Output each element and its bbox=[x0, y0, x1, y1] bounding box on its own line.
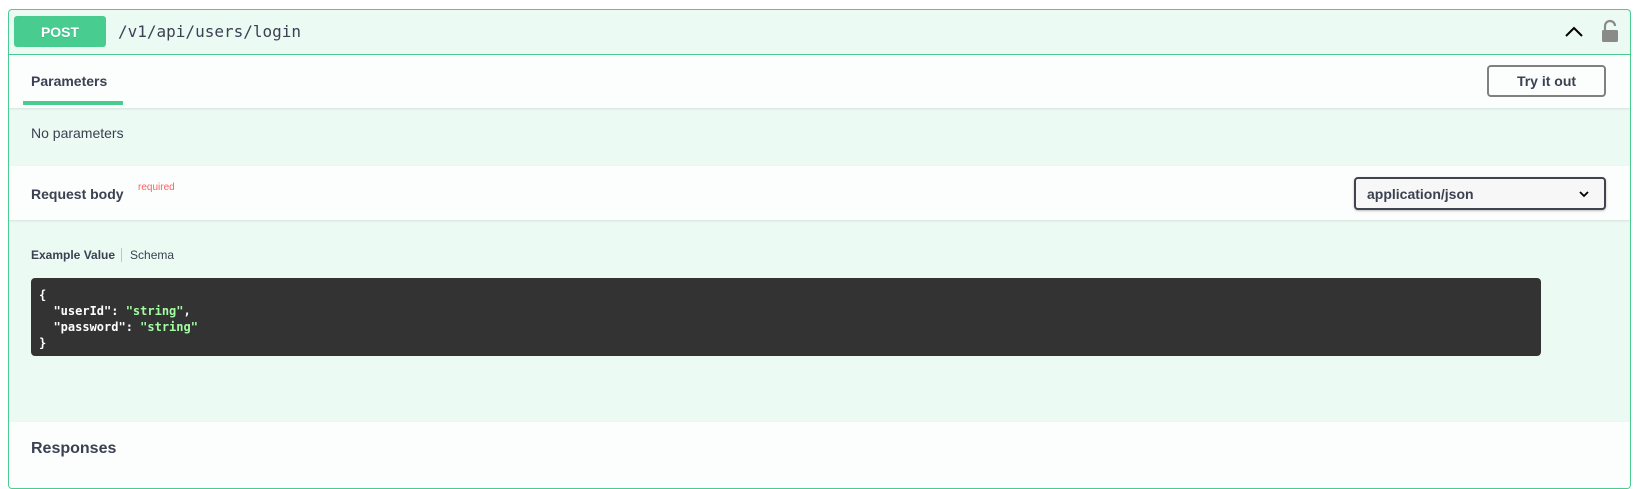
operation-summary[interactable]: POST /v1/api/users/login bbox=[9, 10, 1630, 55]
tab-parameters[interactable]: Parameters bbox=[31, 73, 107, 89]
method-badge: POST bbox=[14, 16, 106, 47]
code-value-userid: "string" bbox=[125, 304, 184, 318]
no-parameters-text: No parameters bbox=[31, 125, 124, 141]
code-close-brace: } bbox=[39, 336, 47, 350]
responses-header: Responses bbox=[9, 422, 1630, 488]
chevron-up-icon[interactable] bbox=[1563, 21, 1585, 43]
content-type-select[interactable]: application/json bbox=[1354, 177, 1606, 210]
code-comma: , bbox=[183, 304, 191, 318]
unlocked-icon[interactable] bbox=[1600, 19, 1620, 43]
responses-title: Responses bbox=[31, 440, 117, 457]
tab-schema[interactable]: Schema bbox=[130, 248, 174, 262]
parameters-header: Parameters Try it out bbox=[9, 55, 1630, 108]
active-tab-indicator bbox=[23, 101, 123, 105]
tab-divider bbox=[121, 248, 123, 262]
example-value-code[interactable]: { "userId": "string", "password": "strin… bbox=[31, 278, 1541, 356]
operation-block-post-login: POST /v1/api/users/login Parameters Try … bbox=[8, 9, 1631, 489]
chevron-down-icon bbox=[1579, 191, 1589, 198]
content-type-value: application/json bbox=[1367, 186, 1474, 202]
endpoint-path: /v1/api/users/login bbox=[118, 22, 302, 41]
code-value-password: "string" bbox=[140, 320, 198, 334]
required-label: required bbox=[138, 182, 175, 193]
tab-example-value[interactable]: Example Value bbox=[31, 248, 115, 262]
request-body-title: Request body bbox=[31, 186, 124, 202]
model-tabs: Example Value Schema bbox=[31, 248, 174, 262]
code-open-brace: { bbox=[39, 288, 47, 302]
code-key-password: "password" bbox=[53, 320, 126, 334]
try-it-out-button[interactable]: Try it out bbox=[1487, 65, 1606, 97]
request-body-header: Request body required application/json bbox=[9, 166, 1630, 220]
code-key-userid: "userId" bbox=[53, 304, 112, 318]
